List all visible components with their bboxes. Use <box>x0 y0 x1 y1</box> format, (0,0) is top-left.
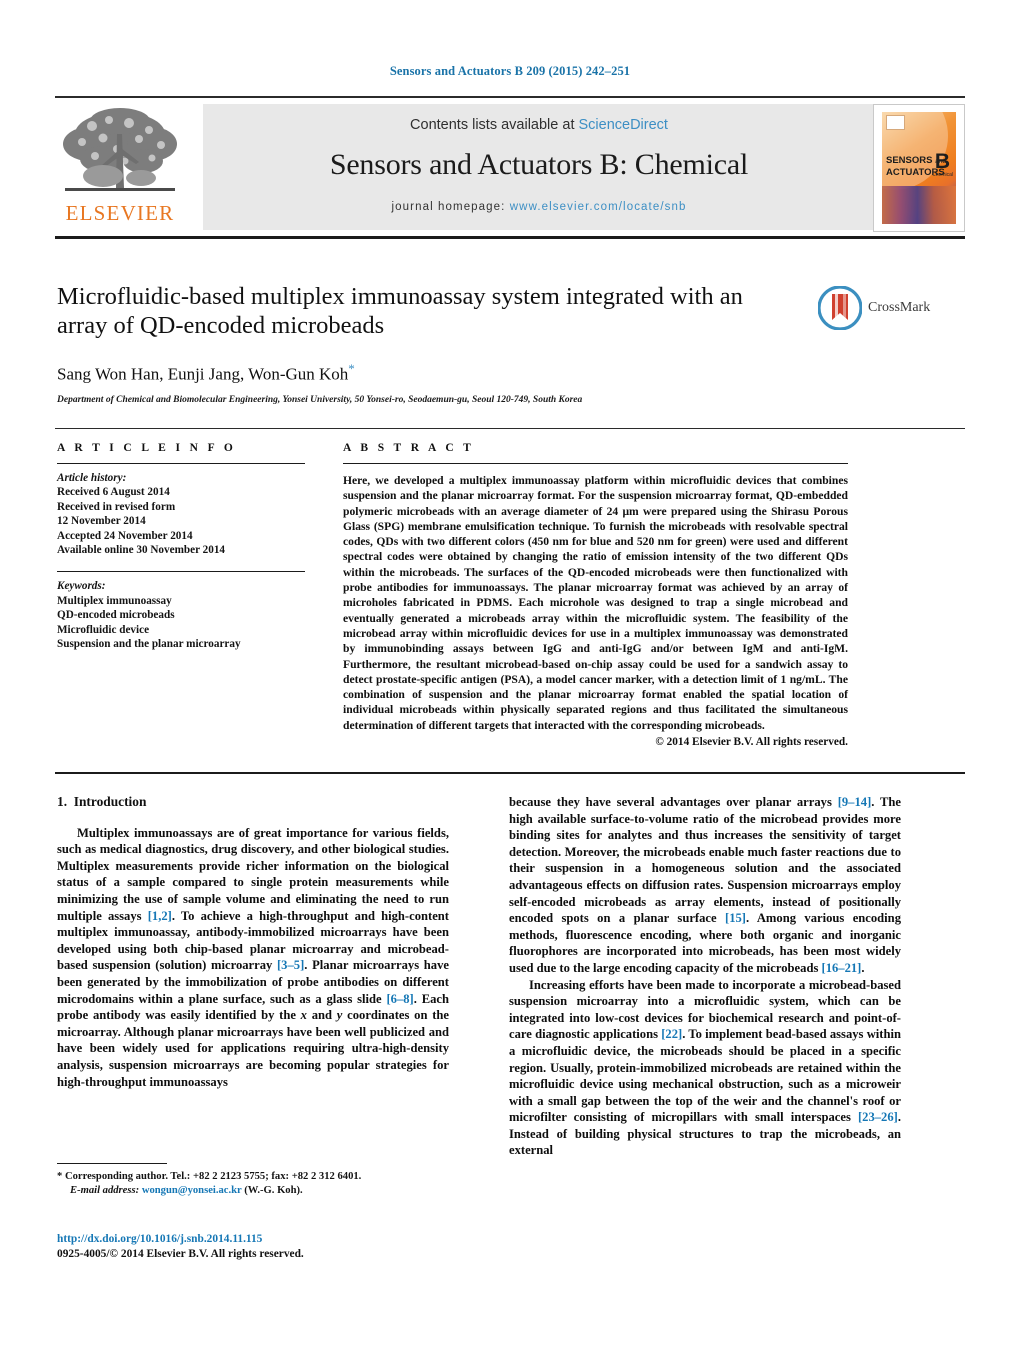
footnote-rule <box>57 1163 167 1164</box>
elsevier-tree-icon <box>63 108 177 191</box>
paragraph: Increasing efforts have been made to inc… <box>509 977 901 1158</box>
cover-bottom-gradient <box>882 186 956 224</box>
article-info-rule <box>57 463 305 464</box>
keywords-group: Keywords: Multiplex immunoassay QD-encod… <box>57 579 307 651</box>
running-head: Sensors and Actuators B 209 (2015) 242–2… <box>389 64 631 78</box>
keyword-item: Multiplex immunoassay <box>57 594 172 607</box>
paragraph: Multiplex immunoassays are of great impo… <box>57 825 450 1089</box>
history-item: 12 November 2014 <box>57 515 146 528</box>
cover-series-subtitle: Chemical <box>932 172 953 178</box>
journal-masthead: ELSEVIER Contents lists available at Sci… <box>55 96 965 239</box>
journal-homepage-line: journal homepage: www.elsevier.com/locat… <box>203 201 875 213</box>
contents-prefix: Contents lists available at <box>410 117 579 133</box>
abstract-rule <box>343 463 848 464</box>
page-title: Microfluidic-based multiplex immunoassay… <box>57 283 743 339</box>
article-info-column: A R T I C L E I N F O Article history: R… <box>57 442 307 651</box>
article-info-heading: A R T I C L E I N F O <box>57 442 237 454</box>
email-link[interactable]: wongun@yonsei.ac.kr <box>142 1185 242 1196</box>
section-title: Introduction <box>73 794 147 809</box>
article-history-label: Article history: <box>57 472 127 484</box>
journal-cover-thumbnail: SENSORS and ACTUATORS B Chemical <box>873 104 965 232</box>
citation-link[interactable]: [6–8] <box>386 992 413 1006</box>
citation-link[interactable]: [15] <box>725 911 746 925</box>
cover-series-letter: B <box>934 150 950 173</box>
sciencedirect-link[interactable]: ScienceDirect <box>579 117 668 133</box>
masthead-top-rule <box>55 96 965 98</box>
cover-elsevier-mark-icon <box>886 115 905 130</box>
doi-footer: http://dx.doi.org/10.1016/j.snb.2014.11.… <box>57 1232 477 1262</box>
abstract-copyright: © 2014 Elsevier B.V. All rights reserved… <box>655 736 848 749</box>
affiliation: Department of Chemical and Biomolecular … <box>57 394 583 405</box>
crossmark-badge[interactable]: CrossMark <box>818 286 958 344</box>
footnote-text: * Corresponding author. Tel.: +82 2 2123… <box>57 1170 449 1199</box>
footnote-corresponding-line: * Corresponding author. Tel.: +82 2 2123… <box>57 1171 362 1182</box>
body-column-left: 1. Introduction Multiplex immunoassays a… <box>57 794 449 1090</box>
citation-link[interactable]: [9–14] <box>838 795 872 809</box>
corresponding-author-footnote: * Corresponding author. Tel.: +82 2 2123… <box>57 1163 449 1199</box>
history-item: Available online 30 November 2014 <box>57 544 226 557</box>
email-suffix: (W.-G. Koh). <box>244 1185 303 1197</box>
homepage-url-link[interactable]: www.elsevier.com/locate/snb <box>510 201 687 213</box>
history-item: Accepted 24 November 2014 <box>57 529 193 542</box>
corresponding-author-marker: * <box>348 361 355 376</box>
keyword-item: Microfluidic device <box>57 623 150 636</box>
crossmark-icon <box>818 286 862 330</box>
citation-link[interactable]: [22] <box>661 1027 682 1041</box>
contents-list-line: Contents lists available at ScienceDirec… <box>203 117 875 133</box>
abstract-column: A B S T R A C T Here, we developed a mul… <box>343 442 848 748</box>
cover-line-1: SENSORS <box>886 155 933 166</box>
citation-link[interactable]: [23–26] <box>858 1110 898 1124</box>
paragraph: because they have several advantages ove… <box>509 795 901 975</box>
keywords-rule <box>57 571 305 573</box>
section-heading-introduction: 1. Introduction <box>57 794 449 811</box>
elsevier-wordmark: ELSEVIER <box>65 201 175 225</box>
abstract-text: Here, we developed a multiplex immunoass… <box>343 474 848 732</box>
elsevier-tree-logo: ELSEVIER <box>57 104 183 230</box>
footnote-email-line: E-mail address: wongun@yonsei.ac.kr (W.-… <box>57 1184 449 1198</box>
crossmark-label: CrossMark <box>868 300 931 315</box>
section-number: 1. <box>57 794 68 809</box>
history-item: Received in revised form <box>57 500 176 513</box>
author-names: Sang Won Han, Eunji Jang, Won-Gun Koh <box>57 364 349 384</box>
history-item: Received 6 August 2014 <box>57 486 170 499</box>
journal-article-page: Sensors and Actuators B 209 (2015) 242–2… <box>0 0 1020 1351</box>
keywords-label: Keywords: <box>57 580 106 593</box>
citation-link[interactable]: [3–5] <box>277 958 304 972</box>
keyword-item: Suspension and the planar microarray <box>57 638 241 651</box>
citation-link[interactable]: [1,2] <box>148 909 172 923</box>
abstract-heading: A B S T R A C T <box>343 442 475 454</box>
citation-link[interactable]: [16–21] <box>822 961 862 975</box>
masthead-bottom-rule <box>55 236 965 239</box>
email-address-label: E-mail address: <box>70 1185 140 1197</box>
body-column-right: because they have several advantages ove… <box>509 794 901 1159</box>
cover-artwork: SENSORS and ACTUATORS B Chemical <box>882 112 956 224</box>
homepage-label: journal homepage: <box>391 201 506 213</box>
journal-title: Sensors and Actuators B: Chemical <box>329 148 749 181</box>
title-block: Microfluidic-based multiplex immunoassay… <box>57 282 797 405</box>
info-section-top-rule <box>55 428 965 429</box>
keyword-item: QD-encoded microbeads <box>57 609 175 622</box>
masthead-center-band: Contents lists available at ScienceDirec… <box>203 104 875 230</box>
author-list: Sang Won Han, Eunji Jang, Won-Gun Koh* <box>57 361 797 385</box>
issn-copyright-line: 0925-4005/© 2014 Elsevier B.V. All right… <box>57 1248 304 1260</box>
article-history-group: Article history: Received 6 August 2014 … <box>57 471 307 557</box>
abstract-bottom-rule <box>55 772 965 774</box>
doi-link[interactable]: http://dx.doi.org/10.1016/j.snb.2014.11.… <box>57 1232 477 1247</box>
